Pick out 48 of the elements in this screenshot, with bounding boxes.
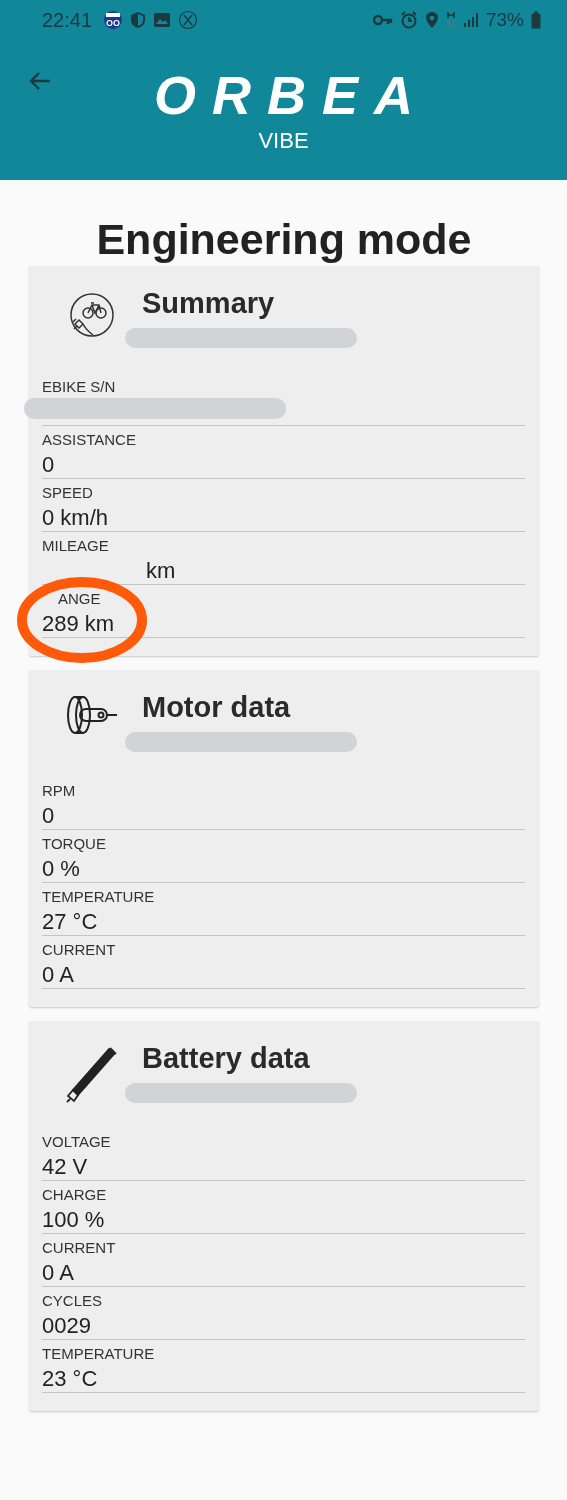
section-title: Summary bbox=[142, 286, 276, 320]
alarm-icon bbox=[399, 11, 418, 29]
field-label: ANGE bbox=[58, 590, 101, 608]
brand-logo: ORBEA bbox=[153, 68, 429, 122]
field-label: TEMPERATURE bbox=[42, 888, 155, 906]
signal-icon bbox=[462, 12, 479, 28]
field-label: CURRENT bbox=[42, 1239, 116, 1257]
field-value: km bbox=[146, 558, 176, 584]
field-label: MILEAGE bbox=[42, 537, 109, 555]
field-label: ASSISTANCE bbox=[42, 431, 136, 449]
field-label: CHARGE bbox=[42, 1186, 107, 1204]
field-value: 42 V bbox=[42, 1154, 88, 1180]
location-icon bbox=[424, 11, 439, 29]
field-value: 0 A bbox=[42, 962, 74, 988]
status-time: 22:41 bbox=[42, 8, 93, 32]
field-value: 0 % bbox=[42, 856, 80, 882]
data-transfer-icon bbox=[445, 11, 456, 29]
bike-notification-icon bbox=[103, 10, 124, 30]
battery-percentage: 73% bbox=[485, 9, 524, 31]
field-label: VOLTAGE bbox=[42, 1133, 111, 1151]
key-icon bbox=[372, 14, 393, 26]
field-value: 0 km/h bbox=[42, 505, 109, 531]
section-title: Battery data bbox=[142, 1041, 311, 1075]
field-label: TEMPERATURE bbox=[42, 1345, 155, 1363]
field-label: CYCLES bbox=[42, 1292, 103, 1310]
field-value: 0 bbox=[42, 803, 55, 829]
field-label: RPM bbox=[42, 782, 76, 800]
ebike-icon bbox=[67, 290, 117, 340]
image-icon bbox=[153, 12, 172, 28]
field-value: 100 % bbox=[42, 1207, 105, 1233]
section-title: Motor data bbox=[142, 690, 292, 724]
field-label: EBIKE S/N bbox=[42, 378, 116, 396]
x-circle-icon bbox=[178, 10, 199, 30]
field-value: 0 bbox=[42, 452, 55, 478]
app-subtitle: VIBE bbox=[258, 128, 309, 154]
motor-icon bbox=[65, 694, 119, 736]
back-arrow-icon[interactable] bbox=[28, 71, 52, 91]
field-label: SPEED bbox=[42, 484, 93, 502]
field-label: TORQUE bbox=[42, 835, 106, 853]
field-value: 23 °C bbox=[42, 1366, 98, 1392]
field-value: 0 A bbox=[42, 1260, 74, 1286]
field-value: 289 km bbox=[42, 611, 115, 637]
page-title: Engineering mode bbox=[95, 214, 473, 264]
field-value: 27 °C bbox=[42, 909, 98, 935]
field-value: 0029 bbox=[42, 1313, 91, 1339]
shield-icon bbox=[130, 11, 147, 29]
field-label: CURRENT bbox=[42, 941, 116, 959]
battery-icon bbox=[531, 11, 541, 29]
